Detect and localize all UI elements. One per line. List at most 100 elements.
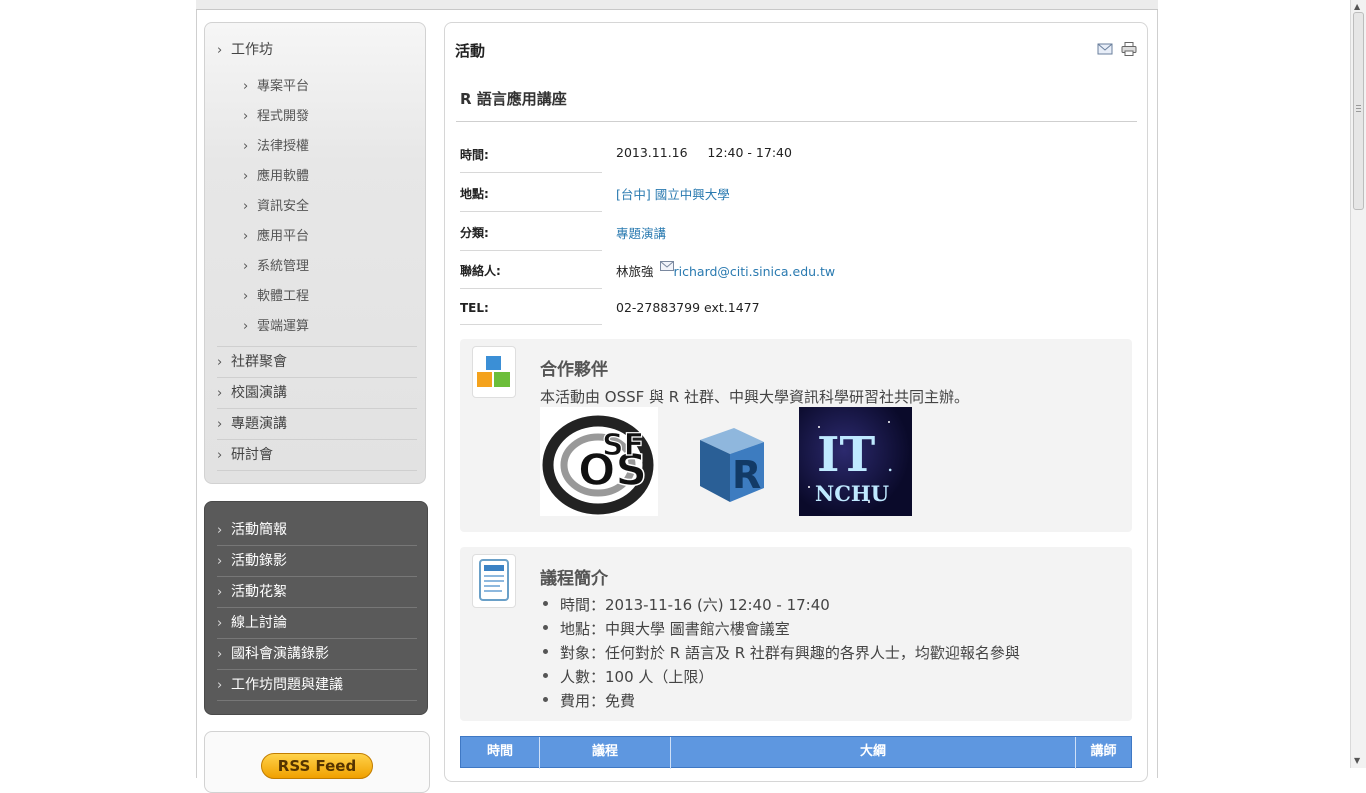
chevron-right-icon: › [217, 647, 223, 662]
submenu-item-label: 軟體工程 [257, 289, 310, 304]
r-logo: R [690, 420, 770, 506]
print-icon[interactable] [1121, 42, 1137, 56]
submenu-item[interactable]: › 程式開發 [243, 102, 309, 132]
submenu-item[interactable]: › 法律授權 [243, 132, 309, 162]
chevron-right-icon: › [243, 289, 249, 304]
title-divider [456, 121, 1137, 122]
menu-item-label: 研討會 [231, 447, 273, 463]
bullet-dot [543, 625, 548, 630]
menu-item-community[interactable]: › 社群聚會 [217, 347, 417, 378]
place-link[interactable]: [台中] 國立中興大學 [616, 184, 730, 203]
svg-text:NCHU: NCHU [815, 481, 889, 506]
rss-feed-button[interactable]: RSS Feed [261, 753, 373, 779]
menu-item-label: 活動錄影 [231, 553, 287, 569]
agenda-icon-box [472, 554, 516, 608]
menu-item-label: 工作坊 [231, 42, 273, 58]
category-label: 分類: [460, 224, 602, 251]
document-icon [479, 559, 509, 601]
chevron-right-icon: › [217, 678, 223, 693]
category-menu: › 工作坊 › 專案平台 › 程式開發 › 法律授權 › 應用軟體 › 資訊安全 › 應用平台… [204, 22, 426, 484]
vertical-scrollbar[interactable]: ▲ ▼ [1350, 0, 1366, 768]
agenda-bullet: 時間：2013-11-16 (六) 12:40 - 17:40 [560, 596, 830, 614]
menu-item-label: 工作坊問題與建議 [231, 677, 343, 693]
agenda-heading: 議程簡介 [540, 569, 608, 589]
submenu-item-label: 應用軟體 [257, 169, 310, 184]
category-link[interactable]: 專題演講 [616, 223, 666, 242]
contact-value: 林旅強 richard@citi.sinica.edu.tw [616, 261, 835, 280]
svg-text:R: R [732, 453, 761, 497]
section-title: 活動 [455, 42, 486, 60]
scrollbar-thumb[interactable] [1353, 12, 1364, 210]
chevron-right-icon: › [217, 417, 223, 432]
chevron-right-icon: › [217, 616, 223, 631]
chevron-right-icon: › [243, 139, 249, 154]
menu-item-label: 活動花絮 [231, 584, 287, 600]
submenu-item[interactable]: › 軟體工程 [243, 282, 309, 312]
bullet-dot [543, 649, 548, 654]
svg-text:IT: IT [817, 427, 875, 483]
chevron-right-icon: › [217, 355, 223, 370]
submenu-item-label: 雲端運算 [257, 319, 310, 334]
mail-icon [659, 261, 674, 271]
column-header-time: 時間 [461, 737, 540, 769]
place-label: 地點: [460, 185, 602, 212]
contact-label: 聯絡人: [460, 262, 602, 289]
menu-item-workshop[interactable]: › 工作坊 [217, 35, 417, 65]
rss-box: RSS Feed [204, 731, 430, 793]
chevron-right-icon: › [243, 109, 249, 124]
chevron-right-icon: › [243, 229, 249, 244]
menu-item-nsc-videos[interactable]: › 國科會演講錄影 [217, 639, 417, 670]
scroll-down-arrow-icon[interactable]: ▼ [1354, 756, 1360, 765]
chevron-right-icon: › [243, 259, 249, 274]
blocks-icon [477, 356, 510, 387]
submenu-item-label: 程式開發 [257, 109, 310, 124]
tel-value: 02-27883799 ext.1477 [616, 300, 760, 315]
column-header-session: 議程 [540, 737, 671, 769]
menu-item-photos[interactable]: › 活動花絮 [217, 577, 417, 608]
submenu-item[interactable]: › 專案平台 [243, 72, 309, 102]
menu-item-talks[interactable]: › 專題演講 [217, 409, 417, 440]
resources-menu: › 活動簡報 › 活動錄影 › 活動花絮 › 線上討論 › 國科會演講錄影 › 工作坊問題與… [204, 501, 428, 715]
menu-item-label: 活動簡報 [231, 522, 287, 538]
menu-item-videos[interactable]: › 活動錄影 [217, 546, 417, 577]
scroll-up-arrow-icon[interactable]: ▲ [1354, 2, 1360, 11]
it-nchu-logo: IT . NCHU [799, 407, 912, 516]
time-value: 2013.11.16 12:40 - 17:40 [616, 145, 792, 160]
submenu-item-label: 專案平台 [257, 79, 310, 94]
chevron-right-icon: › [243, 199, 249, 214]
menu-item-discussion[interactable]: › 線上討論 [217, 608, 417, 639]
chevron-right-icon: › [243, 79, 249, 94]
chevron-right-icon: › [217, 585, 223, 600]
menu-item-feedback[interactable]: › 工作坊問題與建議 [217, 670, 417, 701]
menu-item-label: 社群聚會 [231, 354, 287, 370]
submenu-item[interactable]: › 應用軟體 [243, 162, 309, 192]
chevron-right-icon: › [217, 554, 223, 569]
submenu-item[interactable]: › 雲端運算 [243, 312, 309, 342]
email-icon[interactable] [1097, 42, 1113, 56]
menu-item-seminar[interactable]: › 研討會 [217, 440, 417, 471]
menu-item-slides[interactable]: › 活動簡報 [217, 515, 417, 546]
submenu-item[interactable]: › 系統管理 [243, 252, 309, 282]
menu-item-label: 專題演講 [231, 416, 287, 432]
time-label: 時間: [460, 146, 602, 173]
menu-item-label: 校園演講 [231, 385, 287, 401]
chevron-right-icon: › [243, 169, 249, 184]
contact-email-link[interactable]: richard@citi.sinica.edu.tw [674, 264, 836, 279]
schedule-table-header: 時間 議程 大綱 講師 [460, 736, 1132, 769]
partners-heading: 合作夥伴 [540, 360, 608, 380]
chevron-right-icon: › [243, 319, 249, 334]
submenu-item-label: 系統管理 [257, 259, 310, 274]
submenu-item[interactable]: › 資訊安全 [243, 192, 309, 222]
menu-item-label: 線上討論 [231, 615, 287, 631]
menu-item-campus[interactable]: › 校園演講 [217, 378, 417, 409]
chevron-right-icon: › [217, 386, 223, 401]
submenu-item[interactable]: › 應用平台 [243, 222, 309, 252]
scrollbar-grip [1356, 105, 1361, 114]
menu-item-label: 國科會演講錄影 [231, 646, 329, 662]
column-header-speaker: 講師 [1090, 744, 1117, 759]
agenda-bullet: 人數：100 人（上限） [560, 668, 714, 686]
submenu-item-label: 法律授權 [257, 139, 310, 154]
submenu-item-label: 資訊安全 [257, 199, 310, 214]
chevron-right-icon: › [217, 43, 223, 58]
svg-text:SF: SF [602, 428, 644, 463]
